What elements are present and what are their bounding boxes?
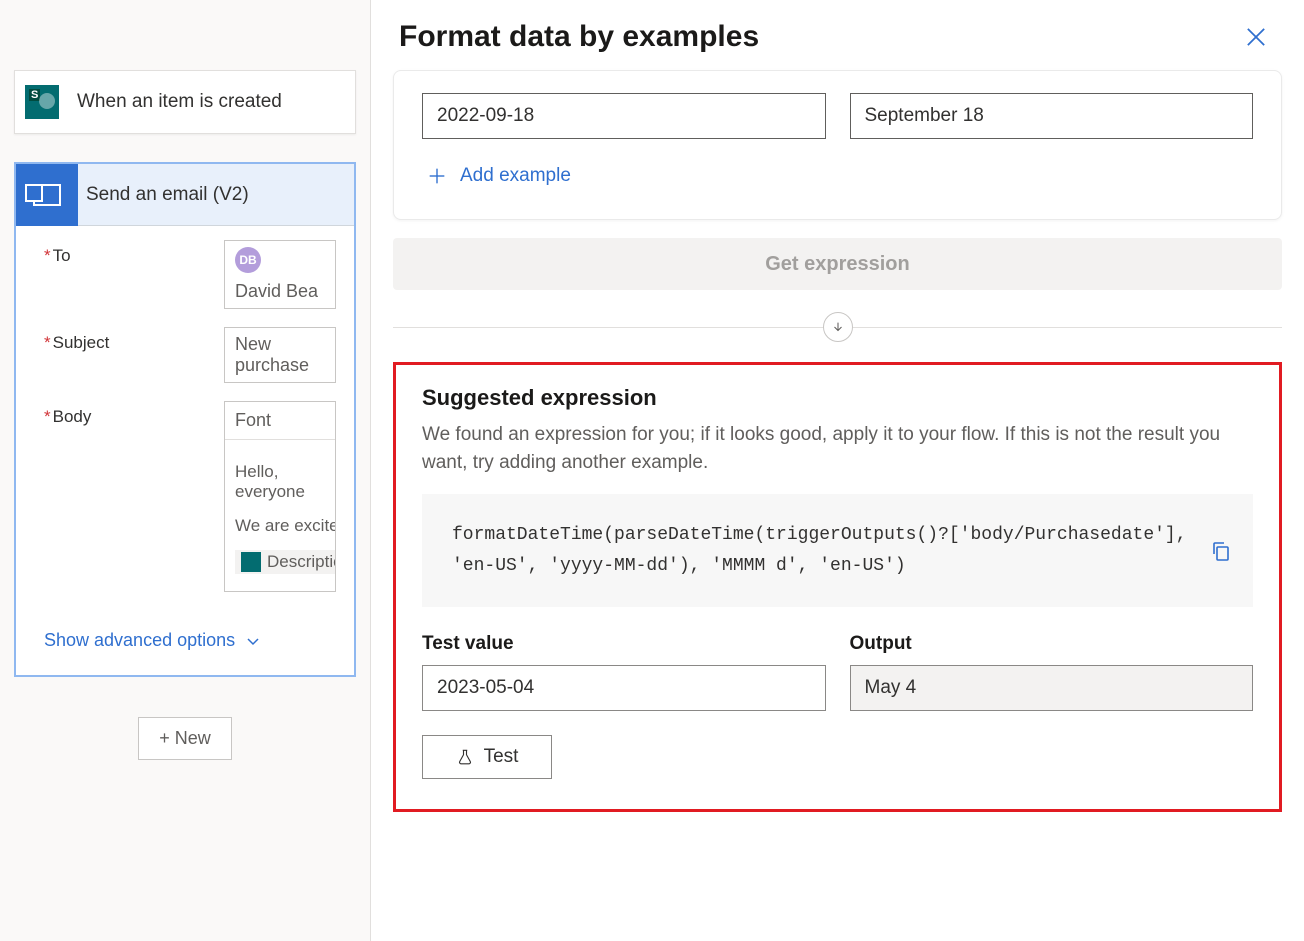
body-line: We are excited (235, 516, 336, 536)
flask-icon (456, 748, 474, 766)
panel-title: Format data by examples (399, 20, 759, 54)
copy-icon[interactable] (1209, 539, 1233, 563)
show-advanced-options[interactable]: Show advanced options (16, 616, 354, 675)
chevron-down-icon (245, 633, 261, 649)
arrow-down-icon[interactable] (823, 312, 853, 342)
get-expression-button[interactable]: Get expression (393, 238, 1282, 290)
subject-field[interactable]: New purchase (224, 327, 336, 383)
examples-card: Add example (393, 70, 1282, 220)
trigger-title: When an item is created (69, 91, 282, 113)
outlook-icon (16, 164, 78, 226)
recipient-name: David Bea (235, 281, 318, 302)
to-field[interactable]: DB David Bea (224, 240, 336, 309)
format-data-panel: Format data by examples Add example Get … (370, 0, 1304, 941)
trigger-card[interactable]: When an item is created (14, 70, 356, 134)
font-dropdown[interactable]: Font (225, 402, 336, 440)
body-label: *Body (44, 401, 224, 427)
output-value: May 4 (850, 665, 1254, 711)
dynamic-content-token[interactable]: Descriptio (235, 550, 336, 574)
test-button[interactable]: Test (422, 735, 552, 779)
email-action-card[interactable]: Send an email (V2) *To DB David Bea *Sub… (14, 162, 356, 677)
email-action-title: Send an email (V2) (78, 184, 249, 206)
test-value-label: Test value (422, 633, 826, 655)
subject-label: *Subject (44, 327, 224, 353)
body-line: Hello, everyone (235, 462, 336, 502)
section-divider (393, 304, 1282, 350)
plus-icon (426, 165, 448, 187)
add-example-button[interactable]: Add example (422, 159, 575, 193)
body-field[interactable]: Font Hello, everyone We are excited Desc… (224, 401, 336, 592)
sharepoint-icon (15, 71, 69, 133)
expression-code: formatDateTime(parseDateTime(triggerOutp… (422, 494, 1253, 607)
sharepoint-icon (241, 552, 261, 572)
suggested-expression-section: Suggested expression We found an express… (393, 362, 1282, 812)
new-step-button[interactable]: + New (138, 717, 232, 760)
example-output[interactable] (850, 93, 1254, 139)
avatar: DB (235, 247, 261, 273)
close-icon[interactable] (1242, 23, 1270, 51)
flow-canvas: When an item is created Send an email (V… (0, 0, 370, 941)
example-input[interactable] (422, 93, 826, 139)
output-label: Output (850, 633, 1254, 655)
suggestion-title: Suggested expression (422, 385, 1253, 411)
suggestion-description: We found an expression for you; if it lo… (422, 421, 1253, 476)
test-value-input[interactable] (422, 665, 826, 711)
to-label: *To (44, 240, 224, 266)
